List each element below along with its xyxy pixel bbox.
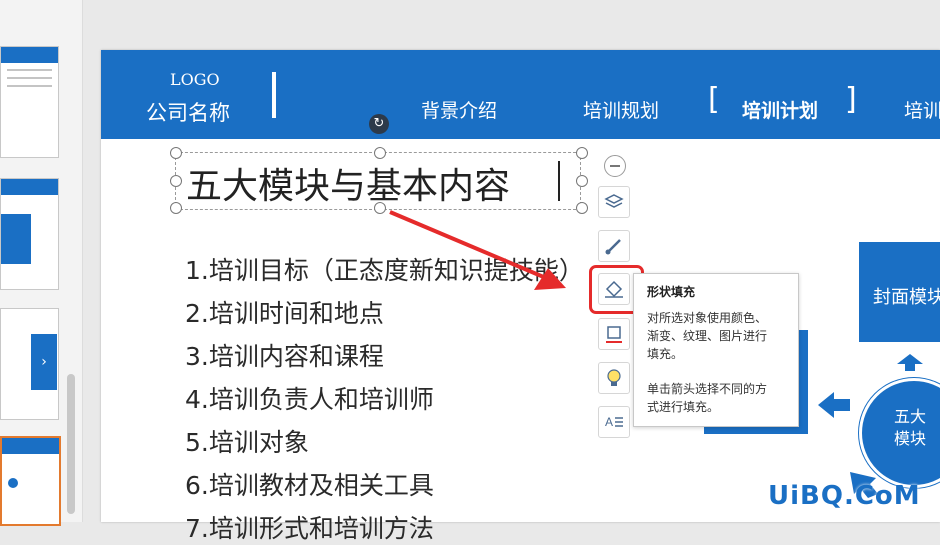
header-bracket-left: [	[708, 82, 720, 117]
list-item: 6.培训教材及相关工具	[185, 471, 434, 500]
text-format-button[interactable]: A	[598, 406, 630, 438]
text-caret	[558, 161, 560, 201]
tooltip-line: 对所选对象使用颜色、	[647, 311, 768, 325]
tooltip-shape-fill: 形状填充 对所选对象使用颜色、 渐变、纹理、图片进行 填充。 单击箭头选择不同的…	[633, 273, 799, 427]
list-item: 2.培训时间和地点	[185, 299, 384, 328]
tooltip-line: 单击箭头选择不同的方	[647, 382, 768, 396]
header-tab: 背景介绍	[421, 100, 498, 122]
resize-handle[interactable]	[374, 202, 386, 214]
thumbnail-scrollbar[interactable]	[67, 374, 75, 514]
format-painter-button[interactable]	[598, 230, 630, 262]
shape-effects-button[interactable]	[598, 362, 630, 394]
header-tab: 培训	[904, 100, 940, 122]
text-format-icon: A	[605, 415, 623, 429]
diagram-arrow-up-icon	[897, 354, 923, 371]
resize-handle[interactable]	[374, 147, 386, 159]
slide-title[interactable]: 五大模块与基本内容	[186, 157, 510, 209]
header-bracket-right: ]	[845, 82, 857, 117]
logo-text: LOGO	[170, 70, 220, 89]
outline-icon	[606, 326, 622, 343]
slide-thumbnail-current[interactable]	[0, 436, 61, 526]
lightbulb-icon	[607, 369, 621, 386]
shape-outline-button[interactable]	[598, 318, 630, 350]
header-tab-active: 培训计划	[742, 100, 819, 122]
layers-icon	[604, 194, 624, 208]
diagram-box-label: 封面模块	[873, 287, 940, 308]
diagram-center-label: 五大 模块	[890, 406, 930, 450]
list-item: 3.培训内容和课程	[185, 342, 384, 371]
resize-handle[interactable]	[170, 147, 182, 159]
header-divider	[272, 72, 276, 118]
company-name: 公司名称	[146, 101, 230, 125]
diagram-center-label-line: 五大	[893, 407, 926, 426]
rotate-handle-icon[interactable]: ↻	[369, 114, 389, 134]
slide-thumbnail[interactable]	[0, 178, 59, 290]
list-item: 5.培训对象	[185, 428, 309, 457]
resize-handle[interactable]	[576, 147, 588, 159]
layers-button[interactable]	[598, 186, 630, 218]
header-tab: 培训规划	[583, 100, 660, 122]
list-item: 7.培训形式和培训方法	[185, 514, 434, 543]
annotation-arrow-icon	[389, 210, 566, 290]
slide-thumbnail[interactable]: ›	[0, 308, 59, 420]
tooltip-line: 填充。	[647, 347, 684, 361]
resize-handle[interactable]	[170, 175, 182, 187]
tooltip-title: 形状填充	[647, 285, 696, 299]
svg-text:A: A	[605, 415, 613, 429]
slide-header: LOGO 公司名称 背景介绍 培训规划 [ 培训计划 ] 培训	[101, 50, 940, 139]
diagram-arrow-left-icon	[818, 392, 850, 418]
collapse-minus-icon[interactable]	[604, 155, 626, 177]
resize-handle[interactable]	[170, 202, 182, 214]
slide-thumbnail-pane: ›	[0, 0, 83, 526]
diagram-center-label-line: 模块	[893, 429, 926, 448]
slide-thumbnail[interactable]	[0, 46, 59, 158]
resize-handle[interactable]	[576, 175, 588, 187]
tooltip-line: 渐变、纹理、图片进行	[647, 329, 768, 343]
brush-icon	[605, 239, 621, 255]
tooltip-line: 式进行填充。	[647, 400, 720, 414]
list-item: 4.培训负责人和培训师	[185, 385, 434, 414]
watermark: UiBQ.CoM	[768, 481, 921, 511]
